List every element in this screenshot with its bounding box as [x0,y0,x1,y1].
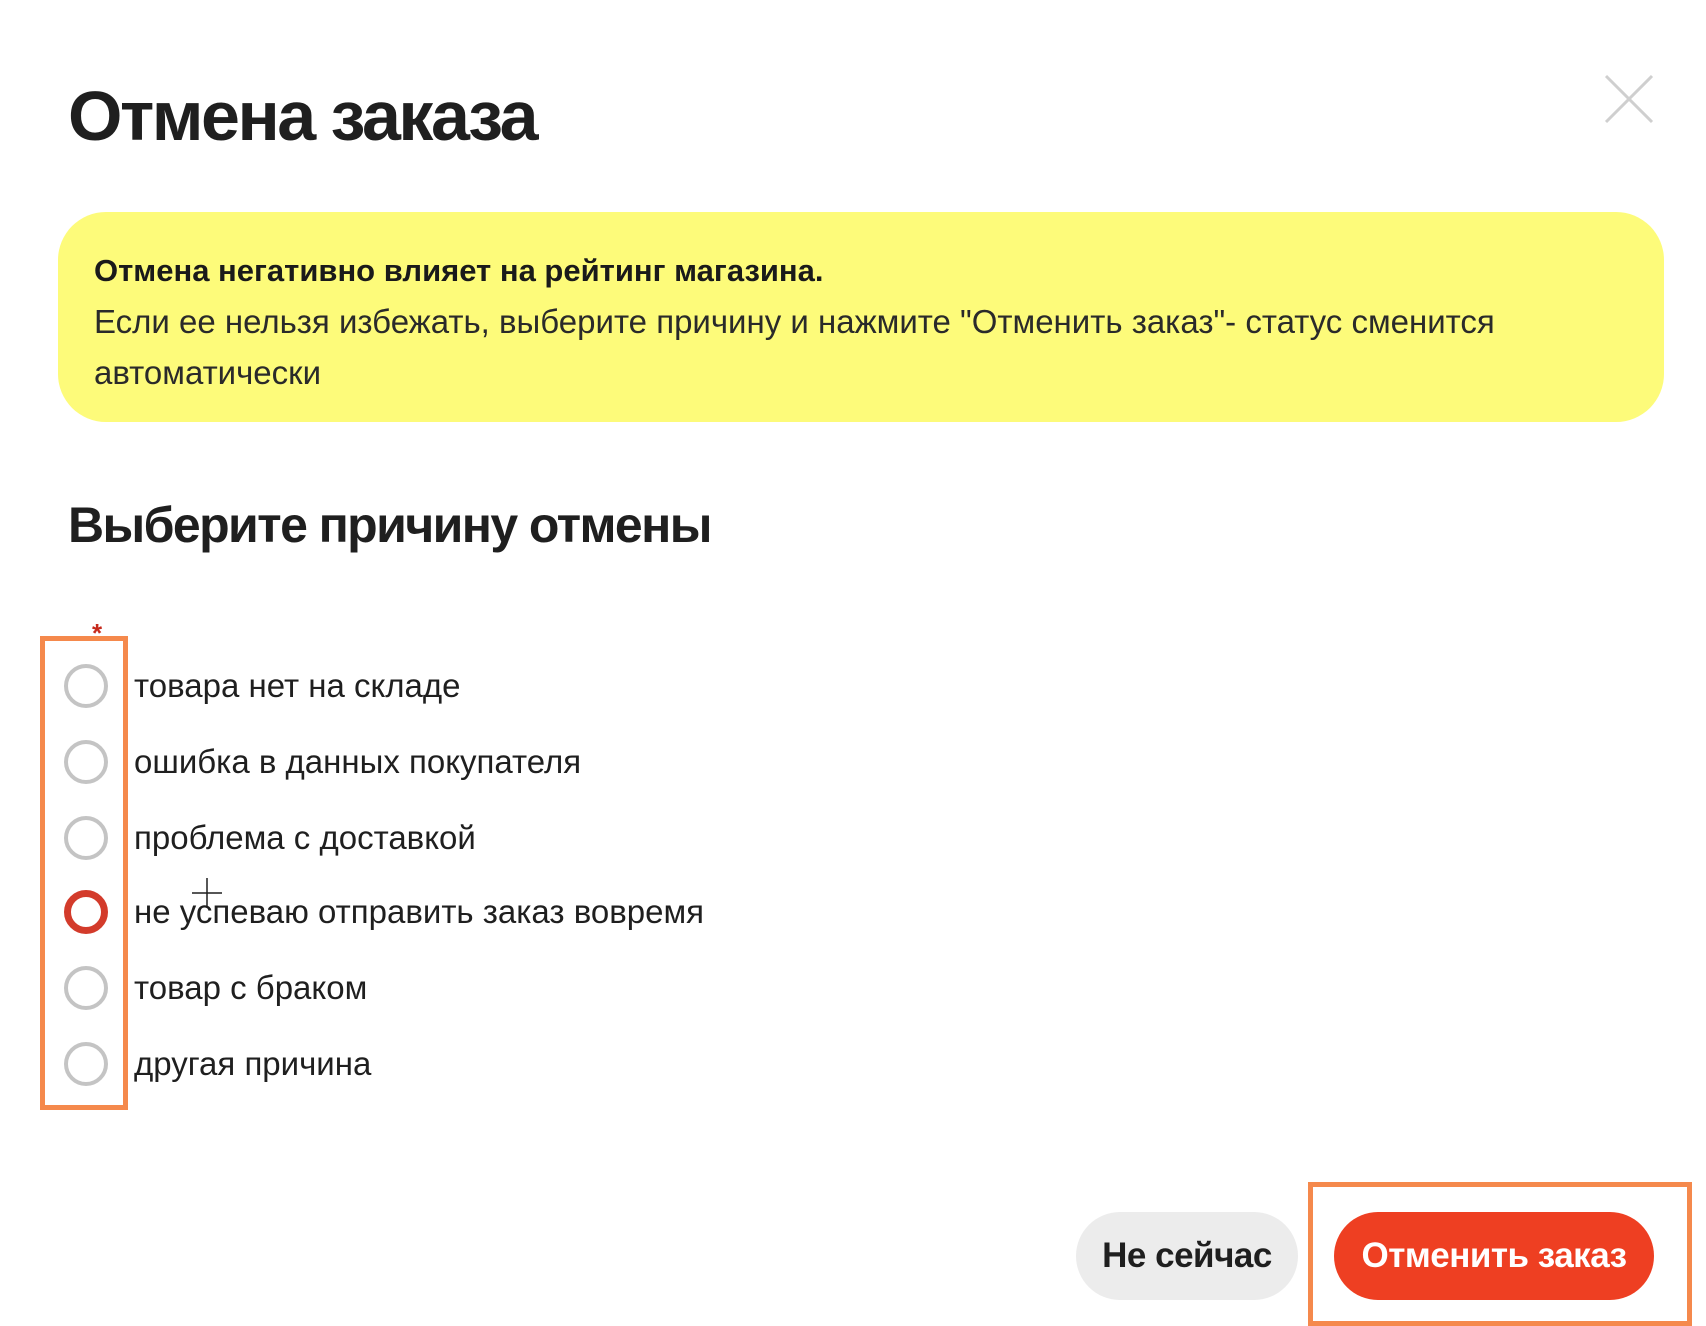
close-button[interactable] [1600,70,1658,128]
reason-option[interactable]: товар с браком [64,962,367,1014]
warning-text: Если ее нельзя избежать, выберите причин… [94,303,1495,391]
cancel-order-button[interactable]: Отменить заказ [1334,1212,1654,1300]
reason-option[interactable]: не успеваю отправить заказ вовремя [64,886,704,938]
warning-title: Отмена негативно влияет на рейтинг магаз… [94,253,824,288]
warning-banner: Отмена негативно влияет на рейтинг магаз… [58,212,1664,422]
radio-button[interactable] [64,1042,108,1086]
radio-button[interactable] [64,966,108,1010]
dialog-title: Отмена заказа [68,77,539,155]
reason-option[interactable]: другая причина [64,1038,371,1090]
required-mark: * [92,618,103,648]
reason-option-label: товара нет на складе [134,667,461,704]
radio-button[interactable] [64,816,108,860]
radio-button[interactable] [64,664,108,708]
reason-option-label: другая причина [134,1045,372,1082]
reason-option-label: проблема с доставкой [134,819,476,856]
reason-option[interactable]: проблема с доставкой [64,812,476,864]
reason-option-label: ошибка в данных покупателя [134,743,582,780]
radio-button[interactable] [64,740,108,784]
not-now-button[interactable]: Не сейчас [1076,1212,1298,1300]
reason-option-label: не успеваю отправить заказ вовремя [134,893,705,930]
reason-option[interactable]: ошибка в данных покупателя [64,736,581,788]
close-icon [1604,74,1654,124]
radio-button[interactable] [64,890,108,934]
reason-option-label: товар с браком [134,969,368,1006]
cancel-order-dialog: Отмена заказа Отмена негативно влияет на… [0,0,1706,1326]
reason-option[interactable]: товара нет на складе [64,660,461,712]
reason-heading: Выберите причину отмены [68,497,712,553]
